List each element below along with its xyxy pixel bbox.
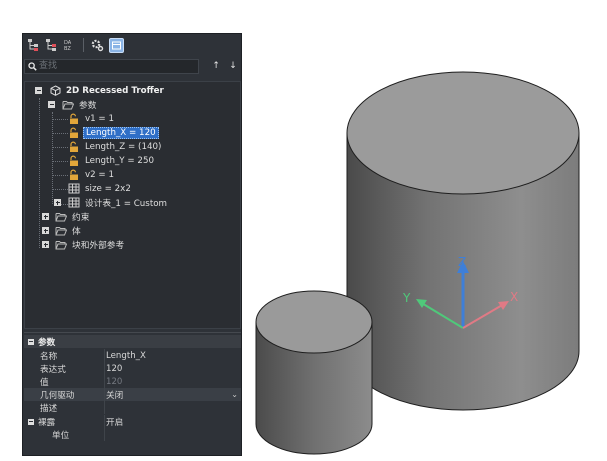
lock-param-icon (70, 169, 78, 180)
small-cylinder[interactable] (255, 290, 373, 455)
design-explorer-panel: DABZ ↑ ↓ 2D Recessed Troffer (22, 33, 242, 456)
tree-folder-blocks-xrefs[interactable]: 块和外部参考 (41, 238, 126, 251)
large-cylinder[interactable] (346, 71, 580, 411)
tree-param-label: Length_Z = (140) (85, 141, 162, 152)
folder-open-icon (62, 100, 74, 109)
tree-folder-label: 参数 (79, 101, 97, 111)
prop-key: 表达式 (40, 364, 66, 375)
tree-param-label: v2 = 1 (85, 169, 114, 180)
folder-open-icon (55, 212, 67, 221)
tree-param-label-selected: Length_X = 120 (83, 126, 159, 139)
prop-row-name[interactable]: 名称 Length_X (24, 349, 241, 362)
expand-toggle[interactable] (42, 213, 49, 220)
tree-sort-icon[interactable] (26, 37, 42, 53)
collapse-toggle[interactable] (35, 87, 42, 94)
prop-key: 几何驱动 (40, 390, 75, 401)
model-viewport[interactable]: Z Y X (252, 33, 607, 461)
tree-group-icon[interactable] (44, 37, 60, 53)
tree-param-length-z[interactable]: Length_Z = (140) (68, 140, 163, 153)
collapse-icon (28, 418, 34, 425)
category-label: 参数 (38, 337, 56, 348)
svg-text:BZ: BZ (64, 46, 71, 52)
tree-param-size[interactable]: size = 2x2 (68, 182, 133, 195)
tree-folder-params[interactable]: 参数 (47, 98, 98, 111)
properties-grid: 参数 名称 Length_X 表达式 120 值 120 几何驱动 关闭 ⌄ 描… (24, 332, 241, 454)
axis-label-x: X (510, 290, 518, 304)
tree-folder-bodies[interactable]: 体 (41, 224, 83, 237)
expand-toggle[interactable] (42, 227, 49, 234)
prop-value: Length_X (106, 350, 146, 361)
explorer-toolbar: DA BZ (23, 34, 241, 56)
prop-value: 开启 (106, 417, 124, 428)
find-previous-button[interactable]: ↑ (209, 59, 223, 73)
arrow-up-icon: ↑ (212, 61, 220, 71)
expand-toggle[interactable] (54, 199, 61, 206)
tree-param-label: 设计表_1 = Custom (85, 199, 168, 209)
component-cube-icon (50, 85, 61, 96)
prop-value-dropdown[interactable]: 关闭 (106, 389, 123, 401)
tree-folder-constraints[interactable]: 约束 (41, 210, 91, 223)
collapse-icon (28, 338, 34, 345)
table-icon (68, 197, 80, 208)
toolbar-separator (83, 38, 84, 52)
prop-key: 名称 (40, 351, 58, 362)
prop-key: 描述 (40, 403, 58, 414)
find-next-button[interactable]: ↓ (226, 59, 240, 73)
tree-param-label: v1 = 1 (85, 113, 114, 124)
search-icon (28, 61, 37, 71)
component-tree: 2D Recessed Troffer 参数 v1 = 1 Length_X =… (24, 81, 241, 329)
tree-param-length-y[interactable]: Length_Y = 250 (68, 154, 156, 167)
search-box[interactable] (24, 58, 200, 74)
tree-node-root[interactable]: 2D Recessed Troffer (34, 84, 166, 97)
collapse-toggle[interactable] (48, 101, 55, 108)
lock-param-icon (70, 127, 78, 138)
prop-row-expression[interactable]: 表达式 120 (24, 362, 241, 375)
prop-row-value[interactable]: 值 120 (24, 375, 241, 388)
tree-param-v1[interactable]: v1 = 1 (68, 112, 116, 125)
folder-open-icon (55, 226, 67, 235)
prop-key: 值 (40, 377, 49, 388)
table-icon (68, 183, 80, 194)
lock-param-icon (70, 155, 78, 166)
settings-icon[interactable] (89, 37, 105, 53)
tree-design-table[interactable]: 设计表_1 = Custom (53, 196, 169, 209)
lock-param-icon (70, 113, 78, 124)
axis-label-y: Y (402, 291, 411, 305)
prop-value: 120 (106, 376, 123, 387)
tree-param-label: Length_Y = 250 (85, 155, 154, 166)
tree-root-label: 2D Recessed Troffer (66, 85, 164, 96)
search-row: ↑ ↓ (24, 58, 240, 74)
tree-param-label: size = 2x2 (85, 183, 131, 194)
folder-open-icon (55, 240, 67, 249)
arrow-down-icon: ↓ (229, 61, 237, 71)
prop-row-unit[interactable]: 单位 (24, 428, 241, 441)
tree-folder-label: 约束 (72, 213, 90, 223)
view-toggle-icon[interactable] (109, 37, 124, 53)
tree-folder-label: 体 (72, 227, 81, 237)
search-input[interactable] (39, 59, 199, 73)
lock-param-icon (70, 141, 78, 152)
prop-key: 单位 (52, 430, 70, 441)
tree-param-v2[interactable]: v2 = 1 (68, 168, 116, 181)
category-params-row[interactable]: 参数 (24, 335, 241, 348)
category-exposed-row[interactable]: 裸露 开启 (24, 415, 241, 428)
prop-row-description[interactable]: 描述 (24, 401, 241, 414)
sort-az-icon[interactable]: DA BZ (62, 37, 78, 53)
category-label: 裸露 (38, 417, 56, 428)
tree-folder-label: 块和外部参考 (72, 241, 125, 251)
prop-value: 120 (106, 363, 123, 374)
axis-label-z: Z (458, 255, 466, 269)
tree-param-length-x[interactable]: Length_X = 120 (68, 126, 159, 139)
prop-row-geometry-driven[interactable]: 几何驱动 关闭 ⌄ (24, 388, 241, 401)
expand-toggle[interactable] (42, 241, 49, 248)
chevron-down-icon[interactable]: ⌄ (231, 390, 238, 399)
